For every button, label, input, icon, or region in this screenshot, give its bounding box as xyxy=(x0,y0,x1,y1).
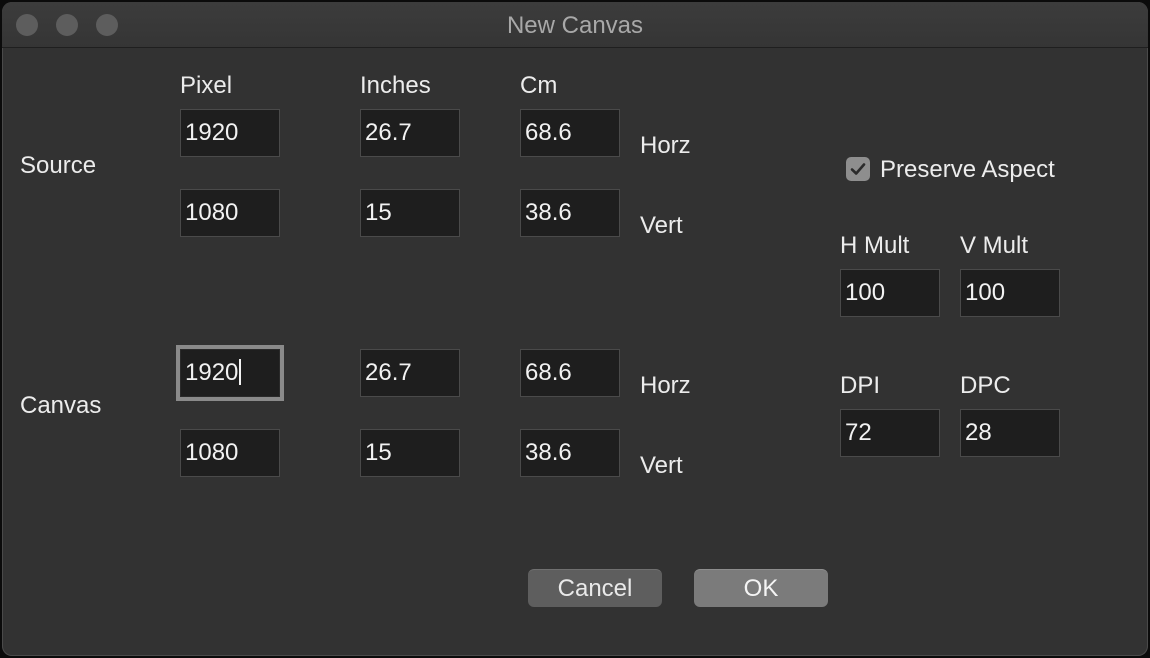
column-header-cm: Cm xyxy=(520,72,558,99)
source-inches-vert-field[interactable]: 15 xyxy=(360,189,460,237)
h-mult-field[interactable]: 100 xyxy=(840,269,940,317)
new-canvas-dialog: New Canvas Pixel Inches Cm Source 1920 2… xyxy=(2,2,1148,656)
source-cm-vert-field[interactable]: 38.6 xyxy=(520,189,620,237)
source-label: Source xyxy=(20,152,97,179)
dpc-label: DPC xyxy=(960,372,1011,399)
dpi-field[interactable]: 72 xyxy=(840,409,940,457)
column-header-inches: Inches xyxy=(360,72,431,99)
source-cm-horz-field[interactable]: 68.6 xyxy=(520,109,620,157)
source-inches-horz-field[interactable]: 26.7 xyxy=(360,109,460,157)
title-bar: New Canvas xyxy=(2,2,1148,48)
dpc-field[interactable]: 28 xyxy=(960,409,1060,457)
canvas-cm-vert-field[interactable]: 38.6 xyxy=(520,429,620,477)
source-vert-label: Vert xyxy=(640,212,683,239)
source-pixel-vert-field[interactable]: 1080 xyxy=(180,189,280,237)
source-pixel-horz-field[interactable]: 1920 xyxy=(180,109,280,157)
canvas-label: Canvas xyxy=(20,392,102,419)
preserve-aspect-checkbox[interactable] xyxy=(846,157,870,181)
canvas-inches-horz-field[interactable]: 26.7 xyxy=(360,349,460,397)
v-mult-field[interactable]: 100 xyxy=(960,269,1060,317)
canvas-horz-label: Horz xyxy=(640,372,691,399)
canvas-pixel-horz-field[interactable]: 1920 xyxy=(180,349,280,397)
v-mult-label: V Mult xyxy=(960,232,1029,259)
dpi-label: DPI xyxy=(840,372,881,399)
cancel-button[interactable]: Cancel xyxy=(528,569,662,607)
canvas-vert-label: Vert xyxy=(640,452,683,479)
source-horz-label: Horz xyxy=(640,132,691,159)
canvas-cm-horz-field[interactable]: 68.6 xyxy=(520,349,620,397)
canvas-inches-vert-field[interactable]: 15 xyxy=(360,429,460,477)
canvas-pixel-horz-value: 1920 xyxy=(185,359,239,386)
checkmark-icon xyxy=(850,163,866,175)
preserve-aspect-label[interactable]: Preserve Aspect xyxy=(880,156,1055,184)
h-mult-label: H Mult xyxy=(840,232,910,259)
canvas-pixel-vert-field[interactable]: 1080 xyxy=(180,429,280,477)
window-title: New Canvas xyxy=(506,12,644,39)
column-header-pixel: Pixel xyxy=(180,72,233,99)
ok-button[interactable]: OK xyxy=(694,569,828,607)
text-caret xyxy=(239,358,242,385)
